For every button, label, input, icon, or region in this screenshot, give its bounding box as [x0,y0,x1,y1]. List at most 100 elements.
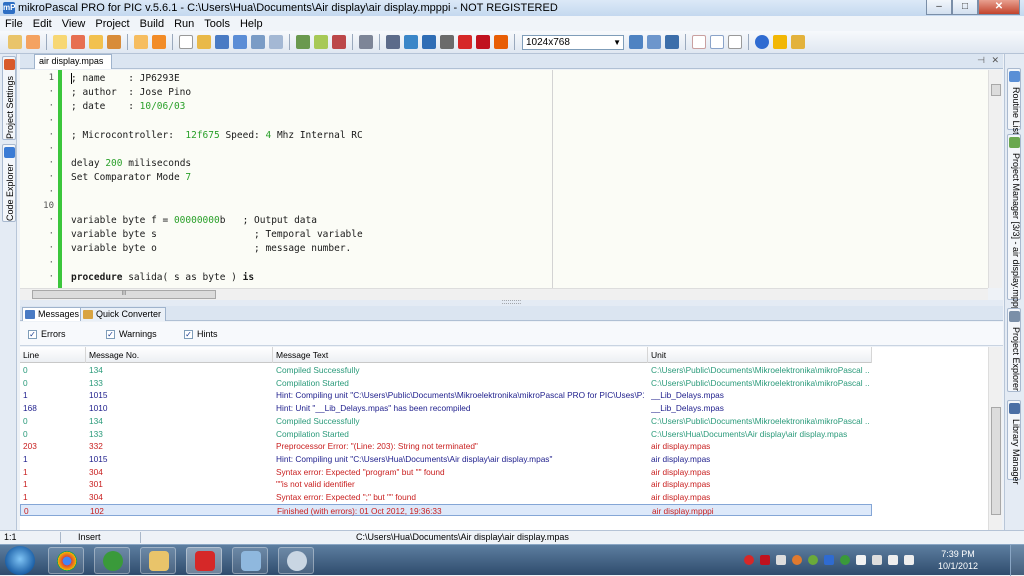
hid-terminal-icon[interactable] [494,35,508,49]
editor-vertical-scrollbar[interactable] [988,70,1002,288]
menu-edit[interactable]: Edit [28,18,57,30]
undo-icon[interactable] [134,35,148,49]
glcd-bitmap-icon[interactable] [476,35,490,49]
resolution-select[interactable]: 1024x768 ▼ [522,34,624,50]
open-project-icon[interactable] [26,35,40,49]
table-row[interactable]: 1 304 Syntax error: Expected ";" but "" fo… [20,491,872,504]
update-icon[interactable] [808,555,818,565]
start-button[interactable] [5,546,35,575]
table-row[interactable]: 168 1010 Hint: Unit "__Lib_Delays.mpas" ha… [20,402,872,415]
layout-save-icon[interactable] [629,35,643,49]
save-icon[interactable] [71,35,85,49]
power-icon[interactable] [872,555,882,565]
key-icon[interactable] [773,35,787,49]
menu-help[interactable]: Help [235,18,268,30]
scroll-thumb[interactable]: III [32,290,216,299]
usart-terminal-icon[interactable] [386,35,400,49]
menu-tools[interactable]: Tools [199,18,235,30]
tab-project-manager[interactable]: Project Manager [3/3] - air display.mppp… [1007,134,1021,314]
errors-checkbox[interactable]: ✓ [28,329,37,339]
messages-vertical-scrollbar[interactable] [988,347,1002,530]
monitor-icon[interactable] [856,555,866,565]
warnings-checkbox[interactable]: ✓ [106,329,115,339]
record-icon[interactable] [744,555,754,565]
app-tray-icon[interactable] [760,555,770,565]
table-row[interactable]: 0 134 Compiled Successfully C:\Users\Public… [20,415,872,428]
column-message-no[interactable]: Message No. [86,347,273,363]
menu-run[interactable]: Run [169,18,199,30]
eeprom-editor-icon[interactable] [404,35,418,49]
menu-file[interactable]: File [0,18,28,30]
errors-filter[interactable]: ✓ Errors [28,329,66,339]
code-editor[interactable]: 1 · · · · · · · · 10 · · · · · ; name : JP6293E ; autho… [20,70,988,288]
app-taskbar-button[interactable] [232,547,268,574]
tab-routine-list[interactable]: Routine List [1007,68,1021,135]
pin-icon[interactable]: ⊣ [977,55,985,66]
new-file-icon[interactable] [179,35,193,49]
indent-icon[interactable] [728,35,742,49]
new-project-icon[interactable] [8,35,22,49]
tab-project-settings[interactable]: Project Settings [2,56,16,140]
menu-build[interactable]: Build [135,18,169,30]
table-row[interactable]: 1 304 Syntax error: Expected "program" but… [20,466,872,479]
about-icon[interactable] [791,35,805,49]
open-folder-icon[interactable] [197,35,211,49]
chevron-up-icon[interactable] [776,555,786,565]
build-all-icon[interactable] [314,35,328,49]
maximize-button[interactable]: □ [952,0,978,15]
table-row[interactable]: 1 1015 Hint: Compiling unit "C:\Users\Publ… [20,389,872,402]
uncomment-icon[interactable] [710,35,724,49]
print-preview-icon[interactable] [269,35,283,49]
show-desktop-button[interactable] [1010,545,1024,576]
table-row[interactable]: 1 301 ""is not valid identifier air display… [20,478,872,491]
scroll-thumb[interactable] [991,407,1001,515]
tab-messages[interactable]: Messages [22,307,85,321]
layout-delete-icon[interactable] [647,35,661,49]
print-icon[interactable] [251,35,265,49]
table-row[interactable]: 1 1015 Hint: Compiling unit "C:\Users\Hua\… [20,453,872,466]
comment-icon[interactable] [692,35,706,49]
utorrent-tray-icon[interactable] [840,555,850,565]
save-as-icon[interactable] [233,35,247,49]
editor-tab[interactable]: air display.mpas [34,54,113,69]
utorrent-taskbar-button[interactable] [94,547,130,574]
save-all-icon[interactable] [89,35,103,49]
hints-checkbox[interactable]: ✓ [184,329,193,339]
alert-icon[interactable] [792,555,802,565]
tool-taskbar-button[interactable] [278,547,314,574]
column-message-text[interactable]: Message Text [273,347,648,363]
table-row[interactable]: 0 133 Compilation Started C:\Users\Hua\Docu… [20,428,872,441]
minimize-button[interactable]: – [926,0,952,15]
tab-project-explorer[interactable]: Project Explorer [1007,308,1021,392]
signal-icon[interactable] [888,555,898,565]
build-program-icon[interactable] [332,35,346,49]
column-line[interactable]: Line [20,347,86,363]
bluetooth-icon[interactable] [824,555,834,565]
menu-project[interactable]: Project [90,18,134,30]
table-row[interactable]: 0 102 Finished (with errors): 01 Oct 2012,… [20,503,872,517]
ascii-chart-icon[interactable] [422,35,436,49]
close-button[interactable]: ✕ [978,0,1020,15]
redo-icon[interactable] [152,35,166,49]
disk-save-icon[interactable] [215,35,229,49]
help-icon[interactable] [755,35,769,49]
chrome-taskbar-button[interactable] [48,547,84,574]
close-tab-icon[interactable]: ✕ [991,55,999,66]
column-unit[interactable]: Unit [648,347,872,363]
hints-filter[interactable]: ✓ Hints [184,329,218,339]
build-icon[interactable] [296,35,310,49]
table-row[interactable]: 203 332 Preprocessor Error: "(Line: 203): … [20,440,872,453]
explorer-taskbar-button[interactable] [140,547,176,574]
clock[interactable]: 7:39 PM 10/1/2012 [936,548,980,572]
open-file-icon[interactable] [53,35,67,49]
seven-segment-icon[interactable] [440,35,454,49]
volume-icon[interactable] [904,555,914,565]
table-row[interactable]: 0 134 Compiled Successfully C:\Users\Public… [20,364,872,377]
scroll-thumb[interactable] [991,84,1001,96]
close-file-icon[interactable] [107,35,121,49]
warnings-filter[interactable]: ✓ Warnings [106,329,157,339]
tab-quick-converter[interactable]: Quick Converter [80,307,167,321]
table-row[interactable]: 0 133 Compilation Started C:\Users\Public\D… [20,377,872,390]
menu-view[interactable]: View [57,18,91,30]
tab-library-manager[interactable]: Library Manager [1007,400,1021,485]
